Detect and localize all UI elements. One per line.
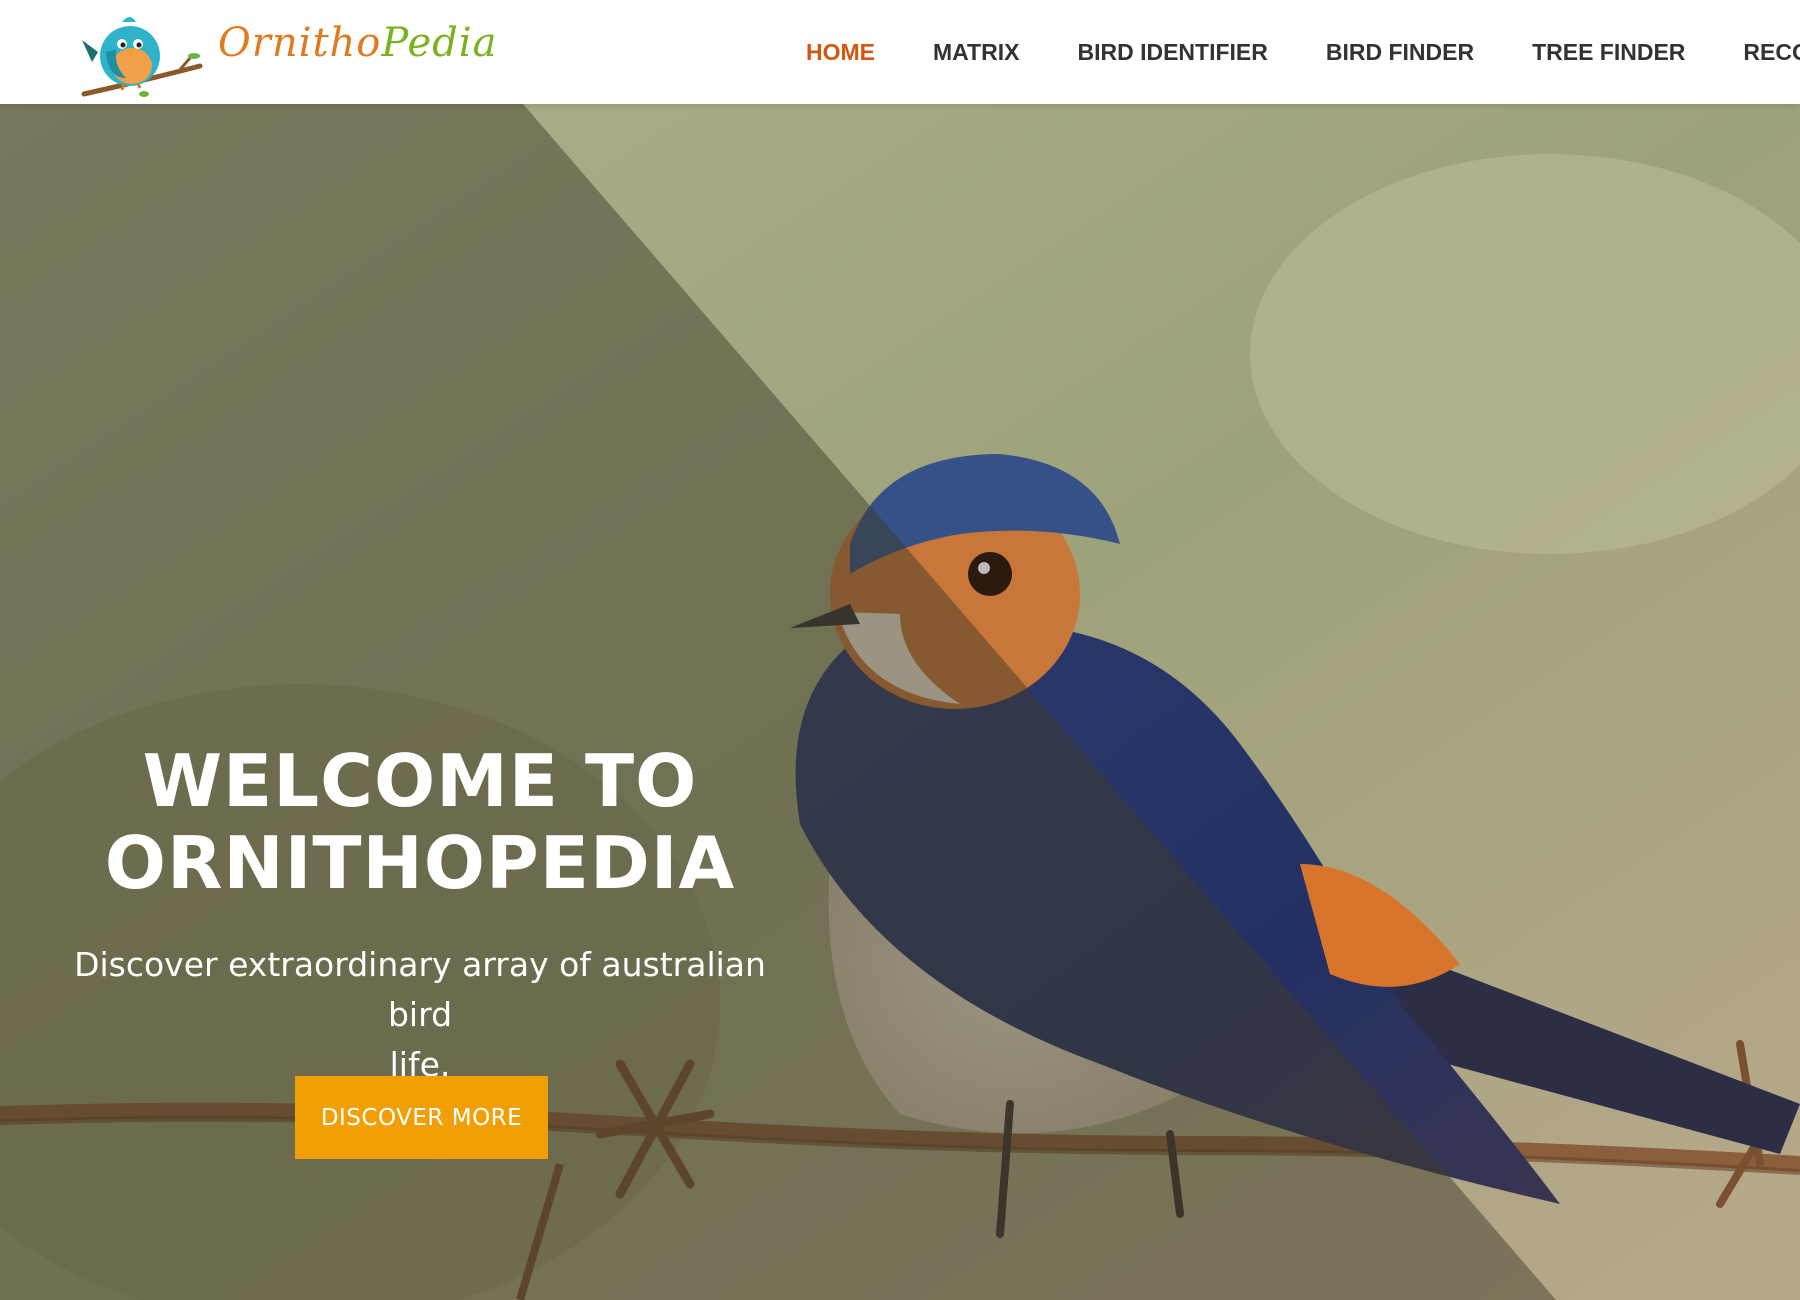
hero-text-block: WELCOME TO ORNITHOPEDIA Discover extraor…	[40, 740, 800, 1090]
discover-more-button[interactable]: DISCOVER MORE	[295, 1076, 548, 1159]
brand-wordmark: OrnithoPedia	[218, 20, 497, 66]
hero-title-line1: WELCOME TO	[142, 739, 698, 823]
hero-subtitle: Discover extraordinary array of australi…	[40, 940, 800, 1090]
main-nav: HOME MATRIX BIRD IDENTIFIER BIRD FINDER …	[806, 0, 1800, 104]
nav-bird-identifier[interactable]: BIRD IDENTIFIER	[1077, 39, 1267, 66]
nav-bird-finder[interactable]: BIRD FINDER	[1326, 39, 1474, 66]
hero-section: WELCOME TO ORNITHOPEDIA Discover extraor…	[0, 104, 1800, 1300]
brand-name-part2: Pedia	[381, 20, 498, 66]
hero-subtitle-line1: Discover extraordinary array of australi…	[74, 945, 766, 1034]
hero-title: WELCOME TO ORNITHOPEDIA	[40, 740, 800, 904]
hero-title-line2: ORNITHOPEDIA	[104, 821, 736, 905]
nav-matrix[interactable]: MATRIX	[933, 39, 1019, 66]
bluebird-logo-icon	[81, 17, 203, 97]
nav-tree-finder[interactable]: TREE FINDER	[1532, 39, 1685, 66]
hero-background-image	[0, 104, 1800, 1300]
nav-home[interactable]: HOME	[806, 39, 875, 66]
brand-name-part1: Ornitho	[218, 20, 382, 66]
nav-reco[interactable]: RECO	[1743, 39, 1800, 66]
site-logo[interactable]: OrnithoPedia	[78, 8, 496, 102]
site-header: OrnithoPedia HOME MATRIX BIRD IDENTIFIER…	[0, 0, 1800, 104]
